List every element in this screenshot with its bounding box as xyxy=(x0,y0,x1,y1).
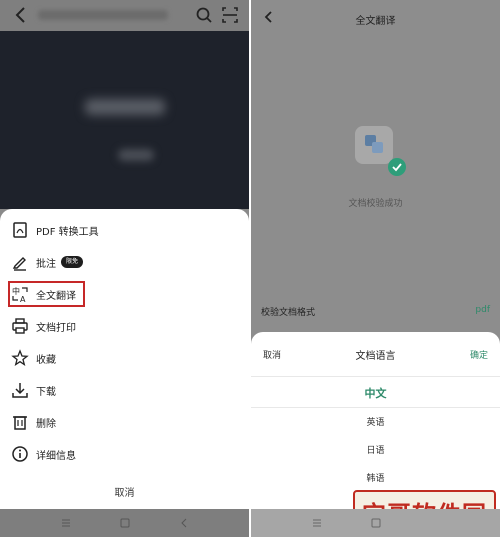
verify-status: 文档校验成功 xyxy=(348,199,403,209)
menu-nav-icon[interactable] xyxy=(311,517,323,529)
menu-item-pdf-convert[interactable]: PDF 转换工具 xyxy=(0,215,249,245)
download-icon xyxy=(12,383,28,398)
top-bar xyxy=(0,0,249,31)
menu-item-label: PDF 转换工具 xyxy=(36,226,99,238)
left-screen: PDF 转换工具 批注 限免 中A 全文翻译 文档打印 收藏 下载 删除 详细信… xyxy=(0,0,249,537)
confirm-button[interactable]: 确定 xyxy=(470,348,488,361)
menu-item-label: 文档打印 xyxy=(36,322,76,334)
language-option-english[interactable]: 英语 xyxy=(251,415,500,428)
language-option-korean[interactable]: 韩语 xyxy=(251,471,500,484)
right-screen: 全文翻译 文档校验成功 校验文档格式 pdf 取消 文档语言 确定 中文 英语 … xyxy=(251,0,500,537)
back-nav-icon[interactable] xyxy=(178,517,190,529)
cancel-button[interactable]: 取消 xyxy=(0,484,249,499)
printer-icon xyxy=(12,318,28,334)
sheet-title: 文档语言 xyxy=(355,351,396,362)
blurred-content xyxy=(85,99,165,115)
menu-item-label: 批注 xyxy=(36,258,56,270)
verify-format-value: pdf xyxy=(475,305,490,315)
pdf-icon xyxy=(13,222,27,238)
search-icon[interactable] xyxy=(195,6,213,24)
free-badge: 限免 xyxy=(61,256,84,268)
system-nav-bar xyxy=(0,509,249,537)
menu-item-label: 收藏 xyxy=(36,354,56,366)
menu-item-download[interactable]: 下载 xyxy=(0,375,249,405)
menu-item-delete[interactable]: 删除 xyxy=(0,407,249,437)
back-arrow-icon[interactable] xyxy=(12,5,30,25)
language-option-chinese[interactable]: 中文 xyxy=(251,385,500,401)
menu-item-details[interactable]: 详细信息 xyxy=(0,439,249,469)
system-nav-bar xyxy=(251,509,500,537)
document-preview xyxy=(0,31,249,209)
menu-item-label: 下载 xyxy=(36,386,56,398)
menu-nav-icon[interactable] xyxy=(60,517,72,529)
verify-format-label: 校验文档格式 xyxy=(261,308,316,318)
check-circle-icon xyxy=(388,158,406,176)
menu-item-annotate[interactable]: 批注 限免 xyxy=(0,247,249,277)
action-sheet: PDF 转换工具 批注 限免 中A 全文翻译 文档打印 收藏 下载 删除 详细信… xyxy=(0,209,249,509)
pen-icon xyxy=(12,257,26,271)
home-nav-icon[interactable] xyxy=(119,517,131,529)
menu-item-label: 删除 xyxy=(36,418,56,430)
menu-item-favorite[interactable]: 收藏 xyxy=(0,343,249,373)
highlight-frame xyxy=(8,281,85,307)
language-option-japanese[interactable]: 日语 xyxy=(251,443,500,456)
trash-icon xyxy=(13,416,27,430)
star-icon xyxy=(11,349,29,366)
page-title: 全文翻译 xyxy=(355,16,396,27)
menu-item-label: 详细信息 xyxy=(36,450,76,462)
scan-icon[interactable] xyxy=(221,6,239,24)
info-icon xyxy=(12,446,28,462)
blurred-content xyxy=(118,149,154,161)
document-title-blurred xyxy=(38,10,168,20)
home-nav-icon[interactable] xyxy=(370,517,382,529)
menu-item-print[interactable]: 文档打印 xyxy=(0,311,249,341)
language-picker-sheet: 取消 文档语言 确定 中文 英语 日语 韩语 宝哥软件园 xyxy=(251,332,500,537)
